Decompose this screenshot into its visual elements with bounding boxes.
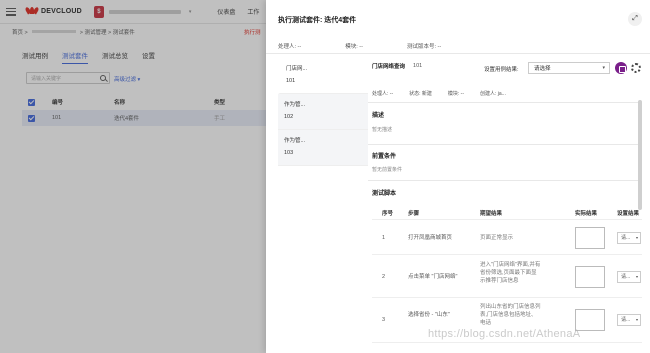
info-status: 状态: 新建 <box>409 91 432 97</box>
case-title: 作为管... <box>284 138 306 144</box>
chevron-down-icon: ▾ <box>602 65 605 71</box>
case-detail: 门店网络查询 101 设置用例结果: 请选择 ▾ 处理人: -- 状态: 新建 … <box>368 58 642 353</box>
steps-table-header: 序号 步骤 期望结果 实际结果 设置结果 <box>372 206 642 220</box>
meta-assignee: 处理人: -- <box>278 44 302 50</box>
drawer-meta: 处理人: -- 模块: -- 测试版本号: -- <box>278 42 441 50</box>
expand-icon[interactable]: ⤢ <box>628 12 642 26</box>
case-id: 102 <box>284 114 294 120</box>
step-result-select[interactable]: 请... ▾ <box>617 271 641 283</box>
precondition-text: 暂无前置条件 <box>372 167 403 173</box>
meta-version: 测试版本号: -- <box>406 44 442 50</box>
precondition-title: 前置条件 <box>372 154 397 160</box>
case-list: 门店网... 101 作为管... 102 作为管... 103 <box>278 58 368 348</box>
save-icon[interactable] <box>615 62 627 74</box>
step-text: 打开凤凰商城首页 <box>408 235 453 241</box>
actual-result-input[interactable] <box>575 227 605 249</box>
step-result-select[interactable]: 请... ▾ <box>617 314 641 326</box>
chevron-down-icon: ▾ <box>635 317 638 322</box>
info-assignee: 处理人: -- <box>372 91 394 97</box>
actual-result-input[interactable] <box>575 266 605 288</box>
case-item[interactable]: 作为管... 103 <box>278 130 368 166</box>
case-id: 101 <box>286 78 296 84</box>
case-detail-header: 门店网络查询 101 <box>372 62 422 70</box>
case-item[interactable]: 作为管... 102 <box>278 94 368 130</box>
description-title: 描述 <box>372 113 385 119</box>
step-no: 3 <box>382 317 386 323</box>
step-expected: 进入"门店网络"界面,并有省份筛选,页面最下面显示推荐门店信息 <box>480 262 541 284</box>
table-row: 2 点击菜单 "门店网络" 进入"门店网络"界面,并有省份筛选,页面最下面显示推… <box>372 256 642 298</box>
case-title: 门店网... <box>286 66 308 72</box>
col-header-set-result: 设置结果 <box>617 210 640 217</box>
step-no: 2 <box>382 274 386 280</box>
step-expected: 列出山东省的门店信息列表,门店信息包括地址、电话 <box>480 304 541 326</box>
step-result-select[interactable]: 请... ▾ <box>617 232 641 244</box>
step-text: 点击菜单 "门店网络" <box>408 274 458 280</box>
case-result-select[interactable]: 请选择 ▾ <box>528 62 610 74</box>
description-text: 暂无描述 <box>372 127 393 133</box>
chevron-down-icon: ▾ <box>635 235 638 240</box>
chevron-down-icon: ▾ <box>635 274 638 279</box>
step-text: 选择省份 - "山东" <box>408 312 450 318</box>
step-result-value: 请... <box>621 317 631 323</box>
col-header-step: 步骤 <box>408 210 420 217</box>
step-result-value: 请... <box>621 274 631 280</box>
case-result-value: 请选择 <box>534 66 551 72</box>
case-item[interactable]: 门店网... 101 <box>278 58 368 94</box>
case-detail-name: 门店网络查询 <box>372 64 406 70</box>
case-info-row: 处理人: -- 状态: 新建 模块: -- 创建人: ja... <box>372 90 506 97</box>
case-detail-number: 101 <box>413 63 423 69</box>
case-title: 作为管... <box>284 102 306 108</box>
col-header-expected: 期望结果 <box>480 210 503 217</box>
step-expected: 页面正常显示 <box>480 235 514 241</box>
case-id: 103 <box>284 150 294 156</box>
drawer-title: 执行测试套件: 迭代4套件 <box>278 17 357 24</box>
divider <box>368 180 642 181</box>
col-header-no: 序号 <box>382 210 394 217</box>
info-module: 模块: -- <box>447 91 464 97</box>
divider <box>368 102 642 103</box>
watermark: https://blog.csdn.net/AthenaA <box>428 328 581 340</box>
step-result-value: 请... <box>621 235 631 241</box>
modal-overlay[interactable] <box>0 0 266 353</box>
divider <box>266 53 650 54</box>
meta-module: 模块: -- <box>345 44 363 50</box>
scrollbar[interactable] <box>638 100 642 210</box>
col-header-actual: 实际结果 <box>575 210 598 217</box>
divider <box>368 144 642 145</box>
step-no: 1 <box>382 235 386 241</box>
execute-suite-drawer: 执行测试套件: 迭代4套件 ⤢ 处理人: -- 模块: -- 测试版本号: --… <box>266 0 650 353</box>
info-creator: 创建人: ja... <box>480 91 506 97</box>
result-label: 设置用例结果: <box>484 67 519 73</box>
gear-icon[interactable] <box>631 63 641 73</box>
test-script-title: 测试脚本 <box>372 191 397 197</box>
table-row: 1 打开凤凰商城首页 页面正常显示 请... ▾ <box>372 221 642 255</box>
